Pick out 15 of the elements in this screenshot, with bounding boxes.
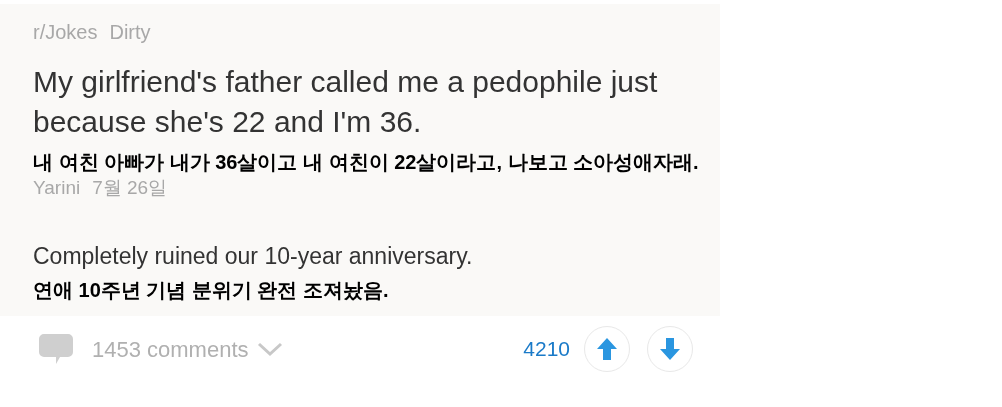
arrow-down-icon (659, 337, 681, 361)
score: 4210 (523, 336, 570, 363)
arrow-up-icon (596, 337, 618, 361)
author-name[interactable]: Yarini (33, 176, 81, 200)
title-translation: 내 여친 아빠가 내가 36살이고 내 여친이 22살이라고, 나보고 소아성애자래. (33, 150, 700, 175)
subreddit-link[interactable]: r/Jokes (33, 18, 98, 46)
comments-toggle[interactable]: 1453 comments (92, 332, 283, 366)
upvote-button[interactable] (584, 326, 630, 372)
post-flair: Dirty (109, 20, 151, 45)
post-title: My girlfriend's father called me a pedophile just because she's 22 and I'm 36. (33, 64, 659, 140)
post-body: Completely ruined our 10-year anniversary. (33, 242, 474, 271)
chevron-down-icon (256, 341, 283, 357)
body-translation: 연애 10주년 기념 분위기 완전 조져놨음. (33, 278, 390, 303)
downvote-button[interactable] (647, 326, 693, 372)
post-date: 7월 26일 (92, 176, 168, 200)
